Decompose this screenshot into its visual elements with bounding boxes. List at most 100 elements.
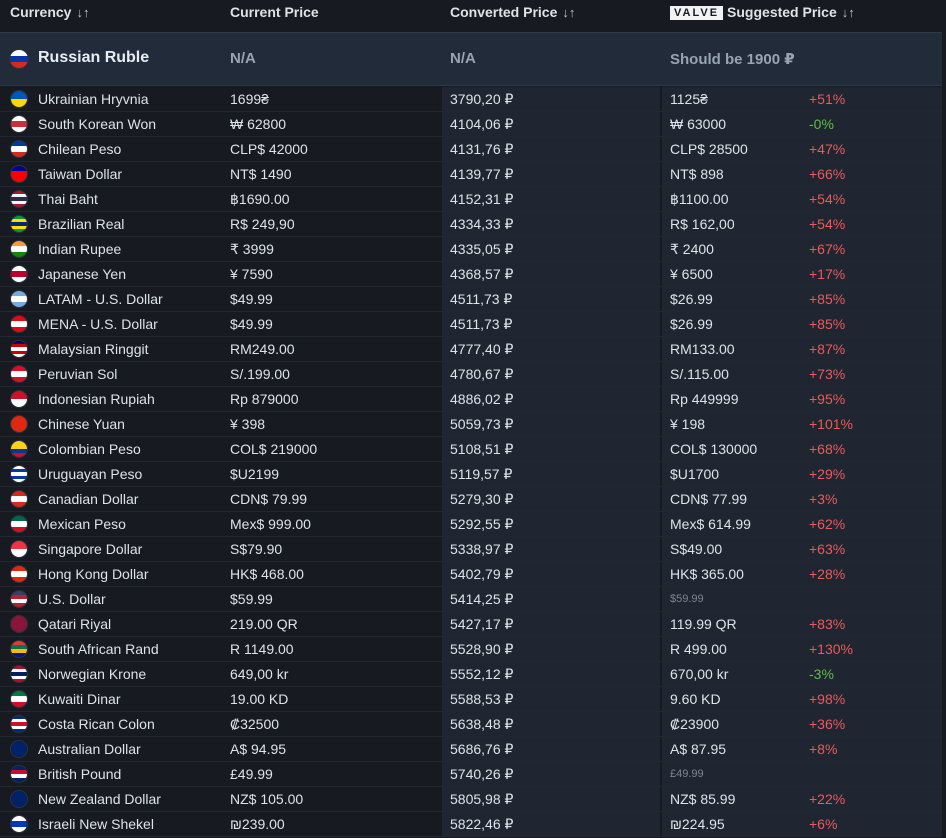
- converted-price: 4511,73 ₽: [450, 316, 513, 332]
- converted-price: 5805,98 ₽: [450, 791, 514, 807]
- country-flag-icon: [10, 565, 28, 583]
- converted-price: 5686,76 ₽: [450, 741, 514, 757]
- table-row: Australian Dollar A$ 94.95 5686,76 ₽ A$ 87.…: [0, 737, 942, 762]
- table-header: Currency ↓↑ Current Price Converted Price…: [0, 0, 946, 30]
- converted-price: 5292,55 ₽: [450, 516, 514, 532]
- country-flag-icon: [10, 440, 28, 458]
- country-flag-icon: [10, 790, 28, 808]
- table-row: U.S. Dollar $59.99 5414,25 ₽ $59.99: [0, 587, 942, 612]
- currency-name: Australian Dollar: [38, 741, 141, 757]
- price-difference: +17%: [809, 266, 846, 282]
- table-row: Ukrainian Hryvnia 1699₴ 3790,20 ₽ 1125₴ +51%: [0, 87, 942, 112]
- price-difference: +36%: [809, 716, 846, 732]
- country-flag-icon: [10, 240, 28, 258]
- suggested-cell-background: [662, 762, 942, 786]
- country-flag-icon: [10, 115, 28, 133]
- table-row: South African Rand R 1149.00 5528,90 ₽ R 49…: [0, 637, 942, 662]
- current-price: CDN$ 79.99: [230, 491, 308, 507]
- currency-name: Hong Kong Dollar: [38, 566, 149, 582]
- table-row: Indonesian Rupiah Rp 879000 4886,02 ₽ Rp 44…: [0, 387, 942, 412]
- country-flag-icon: [10, 365, 28, 383]
- current-price: HK$ 468.00: [230, 566, 304, 582]
- country-flag-icon: [10, 815, 28, 833]
- current-price: COL$ 219000: [230, 441, 318, 457]
- converted-price: 4334,33 ₽: [450, 216, 514, 232]
- current-price: ₹ 3999: [230, 241, 274, 257]
- suggested-price: NT$ 898: [670, 166, 724, 182]
- currency-name: Taiwan Dollar: [38, 166, 123, 182]
- price-difference: -0%: [809, 116, 834, 132]
- column-header-current-price-label: Current Price: [230, 4, 319, 20]
- converted-price: 5822,46 ₽: [450, 816, 514, 832]
- current-price: S$79.90: [230, 541, 283, 557]
- currency-name: Peruvian Sol: [38, 366, 118, 382]
- country-flag-icon: [10, 715, 28, 733]
- converted-price: 4886,02 ₽: [450, 391, 514, 407]
- country-flag-icon: [10, 190, 28, 208]
- currency-name: Kuwaiti Dinar: [38, 691, 121, 707]
- sort-icon[interactable]: ↓↑: [76, 5, 89, 20]
- country-flag-icon: [10, 315, 28, 333]
- suggested-price: R 499.00: [670, 641, 727, 657]
- table-row: British Pound £49.99 5740,26 ₽ £49.99: [0, 762, 942, 787]
- converted-price: 4131,76 ₽: [450, 141, 514, 157]
- current-price: NT$ 1490: [230, 166, 292, 182]
- suggested-price: £49.99: [670, 768, 704, 780]
- country-flag-icon: [10, 590, 28, 608]
- currency-name: South Korean Won: [38, 116, 157, 132]
- country-flag-icon: [10, 290, 28, 308]
- column-header-converted-price[interactable]: Converted Price ↓↑: [450, 4, 575, 20]
- column-header-suggested-price-label: Suggested Price: [727, 4, 837, 20]
- currency-name: Colombian Peso: [38, 441, 141, 457]
- price-difference: +54%: [809, 216, 846, 232]
- suggested-price: ₪224.95: [670, 816, 725, 832]
- converted-price: 4335,05 ₽: [450, 241, 514, 257]
- suggested-price: A$ 87.95: [670, 741, 727, 757]
- table-row: Thai Baht ฿1690.00 4152,31 ₽ ฿1100.00 +54%: [0, 187, 942, 212]
- current-price: $U2199: [230, 466, 280, 482]
- current-price: ₡32500: [230, 716, 280, 732]
- currency-name: Ukrainian Hryvnia: [38, 91, 149, 107]
- converted-price: 3790,20 ₽: [450, 91, 514, 107]
- currency-name: Malaysian Ringgit: [38, 341, 149, 357]
- sort-icon[interactable]: ↓↑: [842, 5, 855, 20]
- table-row: Mexican Peso Mex$ 999.00 5292,55 ₽ Mex$ 614…: [0, 512, 942, 537]
- suggested-price: ₡23900: [670, 716, 720, 732]
- price-difference: +130%: [809, 641, 853, 657]
- currency-name: MENA - U.S. Dollar: [38, 316, 158, 332]
- converted-price: 4368,57 ₽: [450, 266, 514, 282]
- currency-name: Brazilian Real: [38, 216, 125, 232]
- converted-price: 5059,73 ₽: [450, 416, 514, 432]
- price-difference: +63%: [809, 541, 846, 557]
- current-price: ฿1690.00: [230, 191, 290, 207]
- currency-name: Canadian Dollar: [38, 491, 139, 507]
- suggested-price: CLP$ 28500: [670, 141, 748, 157]
- suggested-price: $U1700: [670, 466, 720, 482]
- suggested-price: 119.99 QR: [670, 616, 737, 632]
- table-row: Norwegian Krone 649,00 kr 5552,12 ₽ 670,00 …: [0, 662, 942, 687]
- suggested-price: ₩ 63000: [670, 116, 727, 132]
- currency-name: Qatari Riyal: [38, 616, 112, 632]
- current-price: A$ 94.95: [230, 741, 287, 757]
- column-header-suggested-price[interactable]: VALVE Suggested Price ↓↑: [670, 4, 855, 20]
- currency-name: New Zealand Dollar: [38, 791, 161, 807]
- currency-name: Costa Rican Colon: [38, 716, 155, 732]
- table-row: Indian Rupee ₹ 3999 4335,05 ₽ ₹ 2400 +67%: [0, 237, 942, 262]
- current-price: $49.99: [230, 291, 273, 307]
- price-difference: +95%: [809, 391, 846, 407]
- table-row: MENA - U.S. Dollar $49.99 4511,73 ₽ $26.99 +…: [0, 312, 942, 337]
- price-difference: +3%: [809, 491, 838, 507]
- price-difference: +87%: [809, 341, 846, 357]
- table-row: Hong Kong Dollar HK$ 468.00 5402,79 ₽ HK$ 3…: [0, 562, 942, 587]
- table-row: Singapore Dollar S$79.90 5338,97 ₽ S$49.00 +…: [0, 537, 942, 562]
- column-header-currency[interactable]: Currency ↓↑: [10, 4, 89, 20]
- suggested-price: 1125₴: [670, 91, 708, 107]
- converted-price: 5552,12 ₽: [450, 666, 514, 682]
- price-difference: +29%: [809, 466, 846, 482]
- converted-price: 4139,77 ₽: [450, 166, 514, 182]
- sort-icon[interactable]: ↓↑: [562, 5, 575, 20]
- current-price: NZ$ 105.00: [230, 791, 304, 807]
- currency-name: British Pound: [38, 766, 122, 782]
- price-difference: +101%: [809, 416, 853, 432]
- suggested-price: Mex$ 614.99: [670, 516, 751, 532]
